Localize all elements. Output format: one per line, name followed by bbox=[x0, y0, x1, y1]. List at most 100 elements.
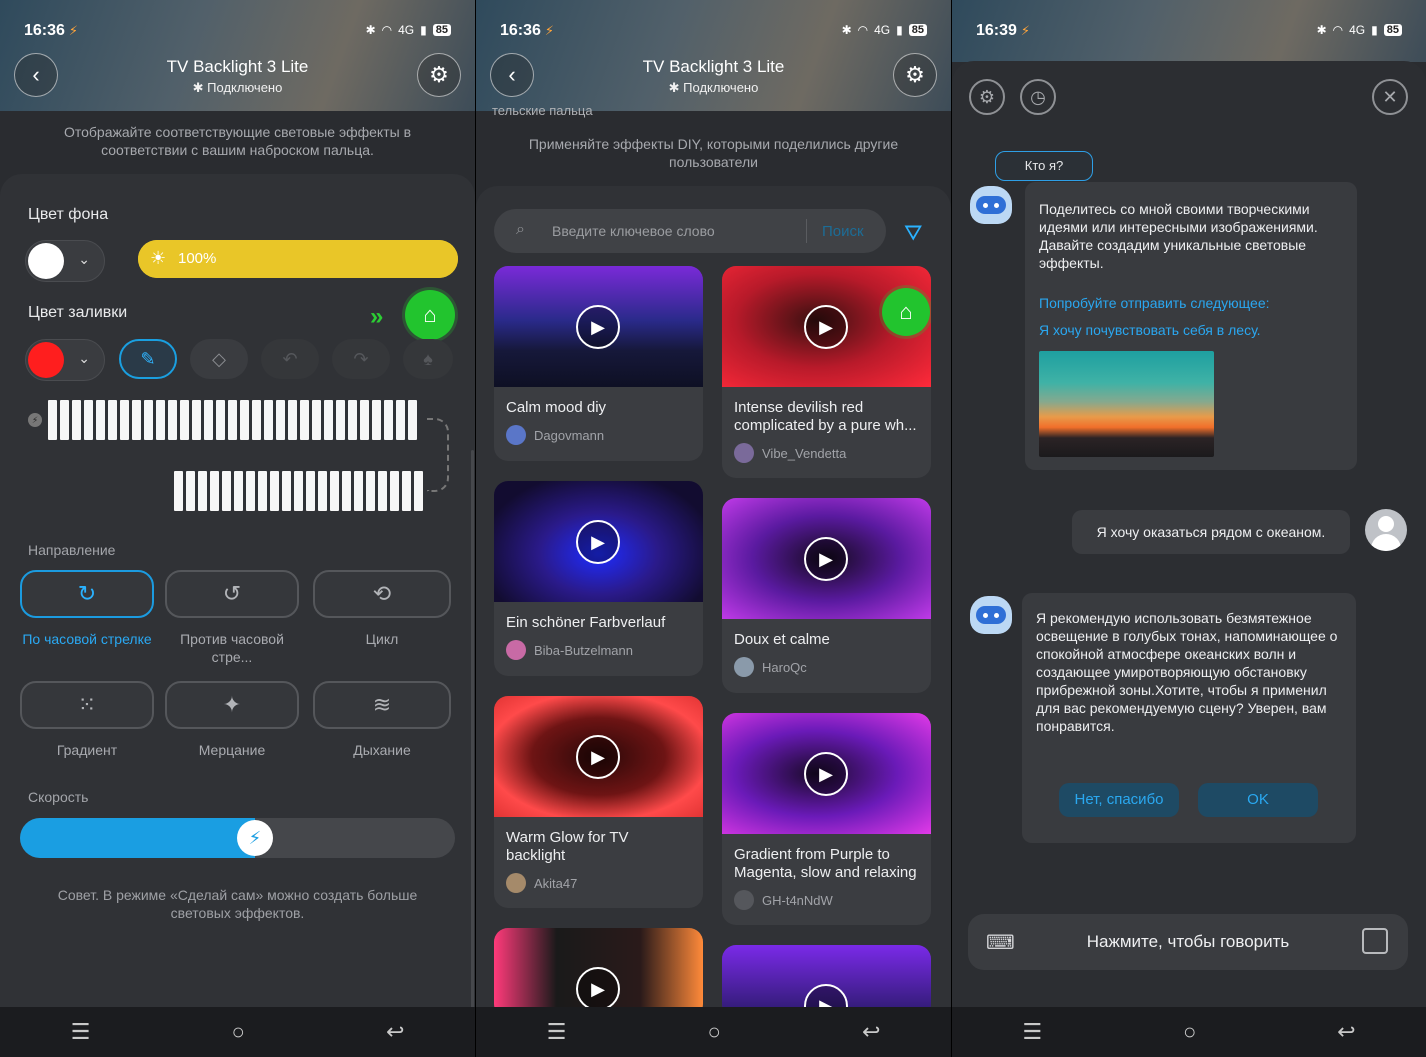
eraser-tool-button[interactable]: ◇ bbox=[190, 339, 248, 379]
led-segment[interactable] bbox=[336, 400, 345, 440]
close-button[interactable]: ✕ bbox=[1372, 79, 1408, 115]
who-am-i-button[interactable]: Кто я? bbox=[995, 151, 1093, 181]
effect-tile-4[interactable]: ▶ Doux et calme HaroQc bbox=[722, 498, 931, 693]
filter-icon[interactable]: ⛛ bbox=[904, 220, 922, 246]
scrollbar[interactable] bbox=[471, 450, 474, 1010]
mode-clockwise-button[interactable]: ↻ bbox=[20, 570, 154, 618]
led-segment[interactable] bbox=[258, 471, 267, 511]
led-segment[interactable] bbox=[240, 400, 249, 440]
led-segment[interactable] bbox=[348, 400, 357, 440]
search-input[interactable]: Введите ключевое слово bbox=[552, 223, 715, 239]
led-segment[interactable] bbox=[390, 471, 399, 511]
back-nav-icon[interactable]: ↩ bbox=[386, 1019, 404, 1045]
led-segment[interactable] bbox=[384, 400, 393, 440]
led-segment[interactable] bbox=[216, 400, 225, 440]
led-segment[interactable] bbox=[324, 400, 333, 440]
back-nav-icon[interactable]: ↩ bbox=[1337, 1019, 1355, 1045]
led-segment[interactable] bbox=[210, 471, 219, 511]
led-segment[interactable] bbox=[48, 400, 57, 440]
settings-button[interactable]: ⚙ bbox=[417, 53, 461, 97]
led-segment[interactable] bbox=[414, 471, 423, 511]
play-icon[interactable]: ▶ bbox=[804, 537, 848, 581]
led-strip-top[interactable] bbox=[48, 400, 417, 440]
mode-sparkle-button[interactable]: ✦ bbox=[165, 681, 299, 729]
led-segment[interactable] bbox=[120, 400, 129, 440]
led-segment[interactable] bbox=[264, 400, 273, 440]
effect-tile-5[interactable]: ▶ Warm Glow for TV backlight Akita47 bbox=[494, 696, 703, 908]
led-segment[interactable] bbox=[342, 471, 351, 511]
effect-tile-7[interactable]: ▶ bbox=[494, 928, 703, 1018]
mode-counterclockwise-button[interactable]: ↺ bbox=[165, 570, 299, 618]
led-segment[interactable] bbox=[270, 471, 279, 511]
led-segment[interactable] bbox=[174, 471, 183, 511]
brightness-slider[interactable]: ☀ 100% bbox=[138, 240, 458, 278]
led-segment[interactable] bbox=[402, 471, 411, 511]
led-segment[interactable] bbox=[408, 400, 417, 440]
suggestion-link[interactable]: Я хочу почувствовать себя в лесу. bbox=[1039, 321, 1343, 339]
led-strip-bottom[interactable] bbox=[174, 471, 423, 511]
led-segment[interactable] bbox=[228, 400, 237, 440]
led-segment[interactable] bbox=[132, 400, 141, 440]
menu-icon[interactable]: ☰ bbox=[1022, 1019, 1042, 1045]
led-segment[interactable] bbox=[246, 471, 255, 511]
image-upload-icon[interactable] bbox=[1362, 928, 1388, 954]
play-icon[interactable]: ▶ bbox=[804, 305, 848, 349]
led-segment[interactable] bbox=[354, 471, 363, 511]
led-segment[interactable] bbox=[312, 400, 321, 440]
history-button[interactable]: ◷ bbox=[1020, 79, 1056, 115]
led-segment[interactable] bbox=[108, 400, 117, 440]
effect-tile-2[interactable]: ▶ ⌂ Intense devilish red complicated by … bbox=[722, 266, 931, 478]
led-segment[interactable] bbox=[282, 471, 291, 511]
fill-color-picker[interactable]: ⌄ bbox=[25, 339, 105, 381]
voice-input-bar[interactable]: ⌨ Нажмите, чтобы говорить bbox=[968, 914, 1408, 970]
undo-button[interactable]: ↶ bbox=[261, 339, 319, 379]
led-segment[interactable] bbox=[222, 471, 231, 511]
led-segment[interactable] bbox=[360, 400, 369, 440]
effect-tile-1[interactable]: ▶ Calm mood diy Dagovmann bbox=[494, 266, 703, 461]
home-icon[interactable]: ○ bbox=[1183, 1019, 1196, 1045]
play-icon[interactable]: ▶ bbox=[576, 735, 620, 779]
led-segment[interactable] bbox=[300, 400, 309, 440]
led-segment[interactable] bbox=[252, 400, 261, 440]
search-button[interactable]: Поиск bbox=[822, 223, 864, 240]
home-icon[interactable]: ○ bbox=[231, 1019, 244, 1045]
back-nav-icon[interactable]: ↩ bbox=[862, 1019, 880, 1045]
led-segment[interactable] bbox=[372, 400, 381, 440]
led-segment[interactable] bbox=[192, 400, 201, 440]
led-segment[interactable] bbox=[276, 400, 285, 440]
menu-icon[interactable]: ☰ bbox=[71, 1019, 91, 1045]
home-icon[interactable]: ○ bbox=[707, 1019, 720, 1045]
led-segment[interactable] bbox=[294, 471, 303, 511]
clear-button[interactable]: ♠ bbox=[403, 339, 453, 379]
led-segment[interactable] bbox=[144, 400, 153, 440]
led-segment[interactable] bbox=[72, 400, 81, 440]
effect-tile-6[interactable]: ▶ Gradient from Purple to Magenta, slow … bbox=[722, 713, 931, 925]
mode-breathing-button[interactable]: ≋ bbox=[313, 681, 451, 729]
no-thanks-button[interactable]: Нет, спасибо bbox=[1059, 783, 1179, 817]
mode-gradient-button[interactable]: ⁙ bbox=[20, 681, 154, 729]
led-segment[interactable] bbox=[84, 400, 93, 440]
play-icon[interactable]: ▶ bbox=[804, 752, 848, 796]
led-segment[interactable] bbox=[168, 400, 177, 440]
led-segment[interactable] bbox=[60, 400, 69, 440]
led-segment[interactable] bbox=[204, 400, 213, 440]
led-segment[interactable] bbox=[378, 471, 387, 511]
play-icon[interactable]: ▶ bbox=[576, 967, 620, 1011]
settings-button[interactable]: ⚙ bbox=[893, 53, 937, 97]
redo-button[interactable]: ↷ bbox=[332, 339, 390, 379]
effect-tile-3[interactable]: ▶ Ein schöner Farbverlauf Biba-Butzelman… bbox=[494, 481, 703, 676]
led-segment[interactable] bbox=[366, 471, 375, 511]
pen-tool-button[interactable]: ✎ bbox=[119, 339, 177, 379]
led-segment[interactable] bbox=[234, 471, 243, 511]
sunset-sample-image[interactable] bbox=[1039, 351, 1214, 457]
background-color-picker[interactable]: ⌄ bbox=[25, 240, 105, 282]
mode-cycle-button[interactable]: ⟲ bbox=[313, 570, 451, 618]
ok-button[interactable]: OK bbox=[1198, 783, 1318, 817]
menu-icon[interactable]: ☰ bbox=[547, 1019, 567, 1045]
led-segment[interactable] bbox=[156, 400, 165, 440]
led-segment[interactable] bbox=[396, 400, 405, 440]
play-icon[interactable]: ▶ bbox=[576, 520, 620, 564]
led-segment[interactable] bbox=[330, 471, 339, 511]
play-icon[interactable]: ▶ bbox=[576, 305, 620, 349]
led-segment[interactable] bbox=[198, 471, 207, 511]
